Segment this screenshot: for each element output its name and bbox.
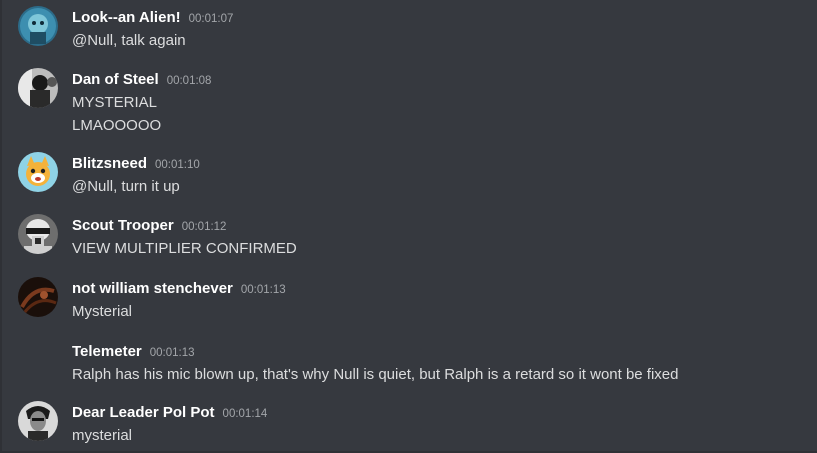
timestamp: 00:01:07	[188, 13, 234, 25]
message-text: MYSTERIAL	[72, 94, 158, 111]
chat-message-list: Look--an Alien! 00:01:07 @Null, talk agai…	[0, 0, 817, 453]
username[interactable]: Blitzsneed	[72, 155, 147, 172]
message-header: not william stenchever 00:01:13	[72, 277, 286, 299]
message-text: @Null, talk again	[72, 32, 186, 49]
timestamp: 00:01:12	[181, 221, 227, 233]
message-content: @Null, turn it up	[72, 175, 180, 198]
username[interactable]: Telemeter	[72, 343, 142, 360]
username[interactable]: Dear Leader Pol Pot	[72, 404, 215, 421]
message-content: VIEW MULTIPLIER CONFIRMED	[72, 237, 297, 260]
chat-message: Look--an Alien! 00:01:07 @Null, talk agai…	[2, 6, 817, 60]
bw-photo-avatar-icon[interactable]	[18, 68, 58, 108]
chat-message: not william stenchever 00:01:13 Mysterial	[2, 277, 817, 331]
chat-message: Dan of Steel 00:01:08 MYSTERIAL LMAOOOOO	[2, 68, 817, 144]
chat-message: Dear Leader Pol Pot 00:01:14 mysterial	[2, 401, 817, 453]
timestamp: 00:01:14	[222, 408, 268, 420]
chat-message: Scout Trooper 00:01:12 VIEW MULTIPLIER CO…	[2, 214, 817, 268]
timestamp: 00:01:08	[166, 75, 212, 87]
username[interactable]: Dan of Steel	[72, 71, 159, 88]
timestamp: 00:01:13	[240, 284, 286, 296]
message-header: Blitzsneed 00:01:10	[72, 152, 200, 174]
message-text: VIEW MULTIPLIER CONFIRMED	[72, 240, 297, 257]
message-header: Telemeter 00:01:13	[72, 340, 195, 362]
chat-message: Telemeter 00:01:13 Ralph has his mic blow…	[2, 340, 817, 394]
message-content: MYSTERIAL LMAOOOOO	[72, 91, 161, 137]
timestamp: 00:01:13	[149, 347, 195, 359]
message-text: mysterial	[72, 427, 133, 444]
username[interactable]: Scout Trooper	[72, 217, 174, 234]
username[interactable]: not william stenchever	[72, 280, 233, 297]
message-text: LMAOOOOO	[72, 117, 162, 134]
message-text: @Null, turn it up	[72, 178, 180, 195]
message-text: Ralph has his mic blown up, that's why N…	[72, 366, 679, 383]
cartoon-animal-avatar-icon[interactable]	[18, 152, 58, 192]
dark-photo-avatar-icon[interactable]	[18, 277, 58, 317]
message-content: mysterial	[72, 424, 132, 447]
message-header: Dear Leader Pol Pot 00:01:14	[72, 401, 267, 423]
message-header: Dan of Steel 00:01:08	[72, 68, 211, 90]
portrait-avatar-icon[interactable]	[18, 401, 58, 441]
message-header: Scout Trooper 00:01:12	[72, 214, 226, 236]
message-header: Look--an Alien! 00:01:07	[72, 6, 233, 28]
message-content: Ralph has his mic blown up, that's why N…	[72, 363, 679, 386]
timestamp: 00:01:10	[155, 159, 200, 171]
message-content: @Null, talk again	[72, 29, 186, 52]
alien-avatar-icon[interactable]	[18, 6, 58, 46]
username[interactable]: Look--an Alien!	[72, 9, 181, 26]
chat-message: Blitzsneed 00:01:10 @Null, turn it up	[2, 152, 817, 206]
trooper-helmet-avatar-icon[interactable]	[18, 214, 58, 254]
message-content: Mysterial	[72, 300, 132, 323]
message-text: Mysterial	[72, 303, 133, 320]
